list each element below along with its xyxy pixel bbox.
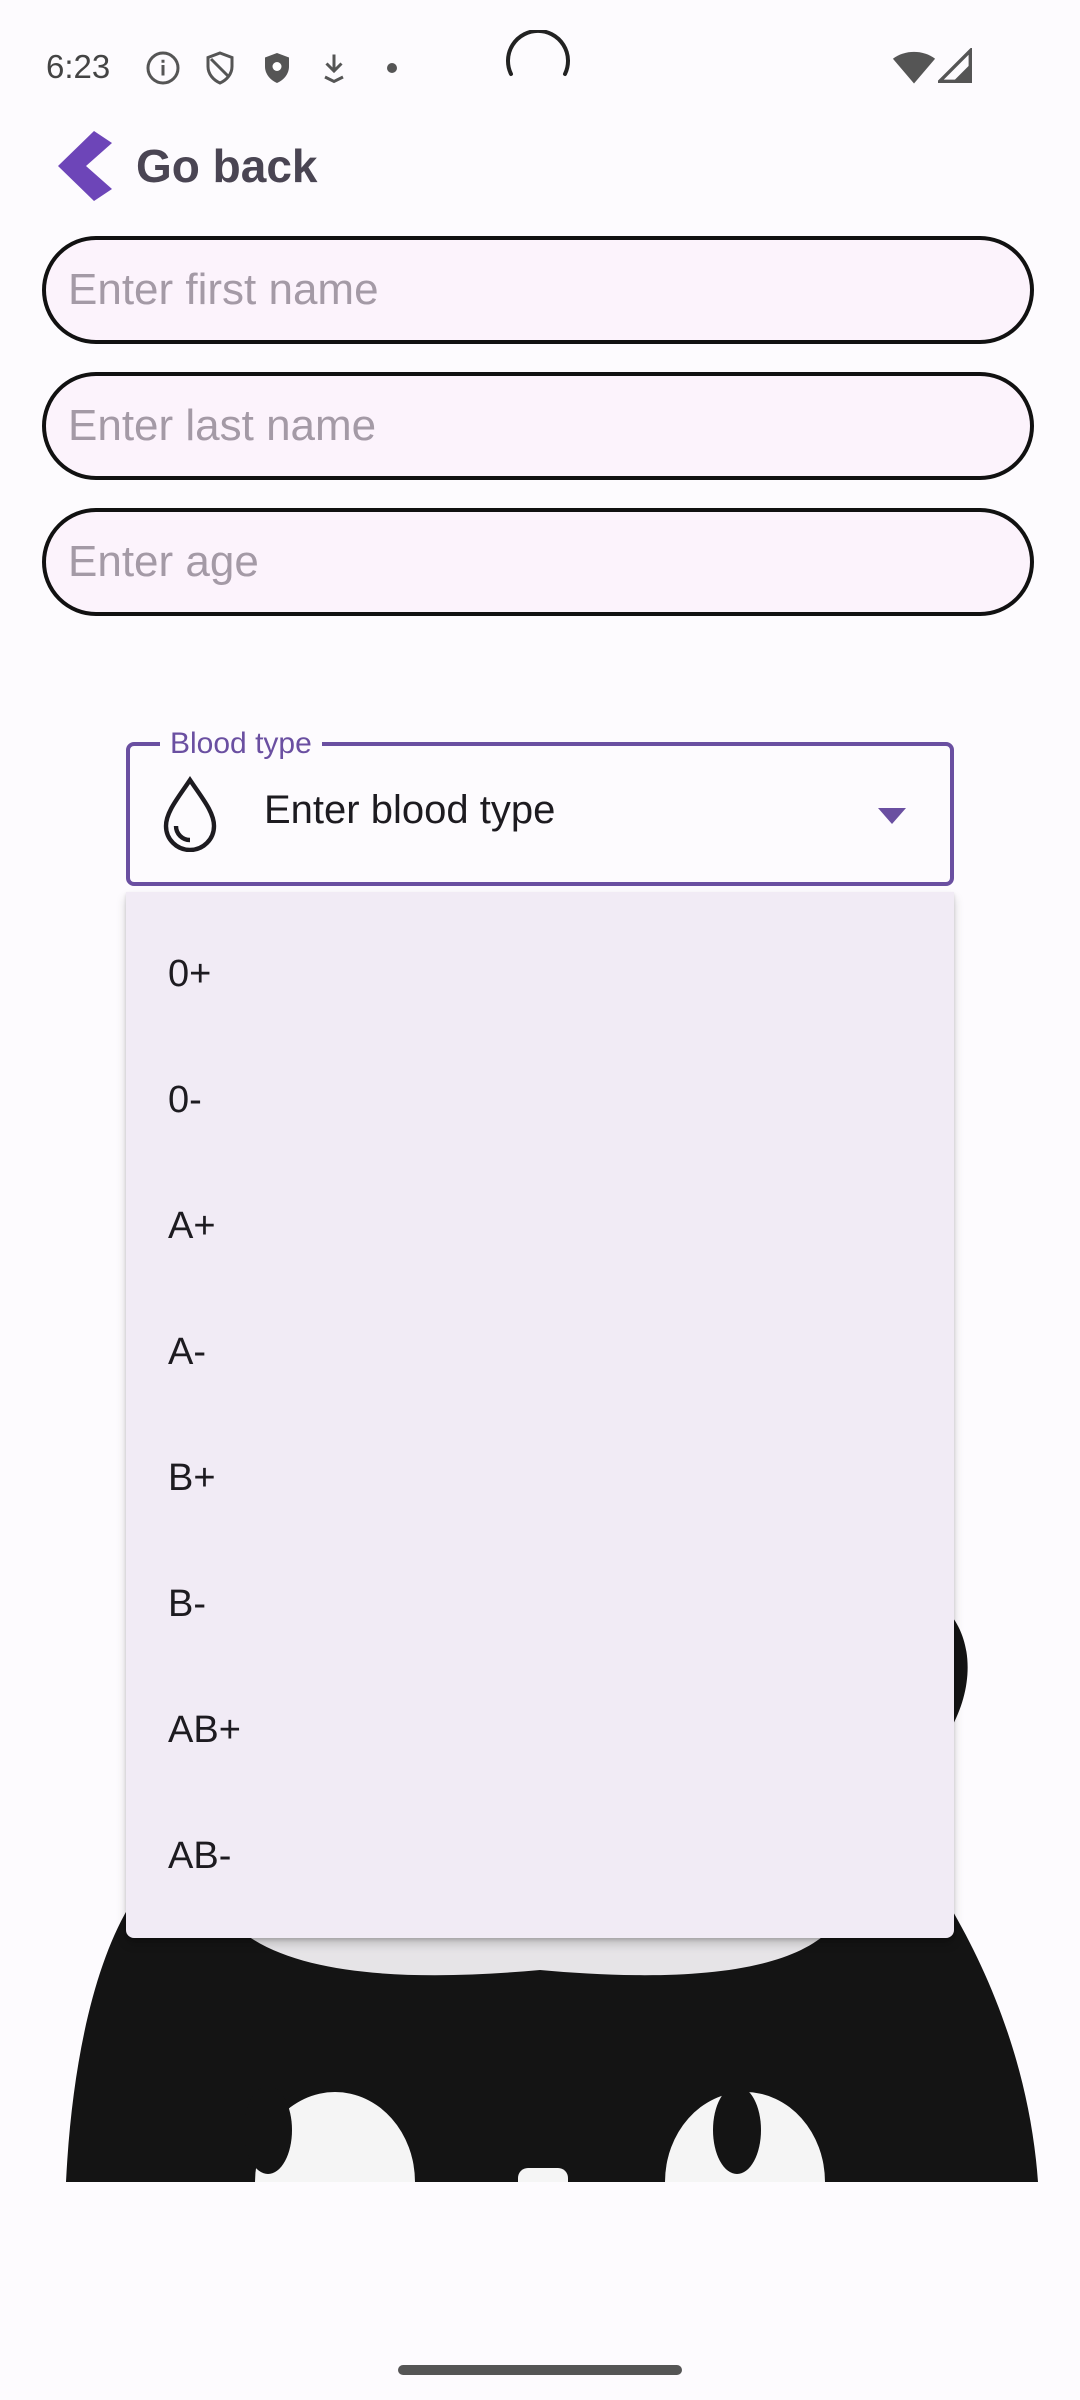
shield-outline-icon xyxy=(206,51,234,85)
menu-item-b-negative[interactable]: B- xyxy=(126,1541,954,1667)
dot-icon xyxy=(387,63,397,73)
dropdown-arrow-icon[interactable] xyxy=(876,806,908,826)
last-name-field-container xyxy=(42,372,1034,480)
menu-item-o-positive[interactable]: 0+ xyxy=(126,911,954,1037)
shield-filled-icon xyxy=(265,53,289,83)
home-gesture-bar[interactable] xyxy=(398,2365,682,2375)
menu-item-b-positive[interactable]: B+ xyxy=(126,1415,954,1541)
blood-type-menu: 0+ 0- A+ A- B+ B- AB+ AB- xyxy=(126,892,954,1938)
first-name-input[interactable] xyxy=(46,240,1030,340)
last-name-input[interactable] xyxy=(46,376,1030,476)
menu-item-ab-positive[interactable]: AB+ xyxy=(126,1667,954,1793)
menu-item-a-negative[interactable]: A- xyxy=(126,1289,954,1415)
loading-spinner-icon xyxy=(506,30,570,76)
menu-item-ab-negative[interactable]: AB- xyxy=(126,1793,954,1919)
age-field-container xyxy=(42,508,1034,616)
blood-type-value: Enter blood type xyxy=(264,788,556,832)
status-time: 6:23 xyxy=(46,48,111,85)
menu-item-o-negative[interactable]: 0- xyxy=(126,1037,954,1163)
menu-item-a-positive[interactable]: A+ xyxy=(126,1163,954,1289)
chevron-left-icon xyxy=(58,131,112,201)
download-icon xyxy=(324,54,344,84)
cellular-signal-icon xyxy=(938,48,972,83)
water-drop-icon xyxy=(163,776,217,852)
info-icon xyxy=(146,51,180,85)
go-back-button[interactable]: Go back xyxy=(54,126,318,206)
blood-type-label: Blood type xyxy=(160,726,322,762)
go-back-label: Go back xyxy=(136,140,318,192)
age-input[interactable] xyxy=(46,512,1030,612)
wifi-icon xyxy=(892,51,936,84)
first-name-field-container xyxy=(42,236,1034,344)
